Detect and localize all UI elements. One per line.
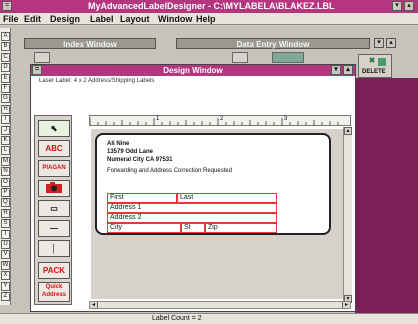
select-tool-icon[interactable]: ⬉ <box>38 120 70 137</box>
ruler-letter[interactable]: D <box>1 63 10 73</box>
field-last[interactable]: Last <box>177 193 277 203</box>
ruler-tick-label: 1 <box>156 116 160 122</box>
ruler-letter[interactable]: W <box>1 260 10 270</box>
ruler-tick-label: 3 <box>284 116 288 122</box>
ruler-letter[interactable]: X <box>1 271 10 281</box>
ruler-letter[interactable]: G <box>1 94 10 104</box>
ruler-letter[interactable]: U <box>1 240 10 249</box>
horizontal-scrollbar[interactable]: ◂ ▸ <box>89 301 351 309</box>
ruler-letter[interactable]: B <box>1 42 10 52</box>
ruler-letter[interactable]: C <box>1 52 10 62</box>
endorsement-text: Forwarding and Address Correction Reques… <box>107 168 233 174</box>
ruler-letter[interactable]: I <box>1 115 10 125</box>
return-address-line: Numeral City CA 97531 <box>107 157 173 163</box>
quick-address-tool[interactable]: Quick Address <box>38 282 70 302</box>
data-entry-minimize-icon[interactable]: ▾ <box>374 38 384 48</box>
line-tool-icon[interactable]: — <box>38 220 70 237</box>
field-address1[interactable]: Address 1 <box>107 203 277 213</box>
menu-label[interactable]: Label <box>90 14 114 24</box>
ruler-letter[interactable]: P <box>1 188 10 197</box>
design-window: = Design Window ▾ ▴ Laser Label: 4 x 2 A… <box>30 64 356 312</box>
text-tool-abc[interactable]: ABC <box>38 140 70 157</box>
ruler-letter[interactable]: O <box>1 177 10 187</box>
menu-layout[interactable]: Layout <box>120 14 150 24</box>
ruler-letter[interactable]: Q <box>1 198 10 208</box>
ruler-letter[interactable]: L <box>1 146 10 156</box>
design-maximize-icon[interactable]: ▴ <box>343 65 353 75</box>
return-address-line: 13579 Odd Lane <box>107 149 154 155</box>
field-address2[interactable]: Address 2 <box>107 213 277 223</box>
label-preview[interactable]: Ali Nine 13579 Odd Lane Numeral City CA … <box>95 133 331 235</box>
field-city[interactable]: City <box>107 223 181 233</box>
ruler-letter[interactable]: V <box>1 250 10 260</box>
menu-bar: File Edit Design Label Layout Window Hel… <box>0 13 418 25</box>
field-first[interactable]: First <box>107 193 177 203</box>
design-window-title: Design Window <box>163 66 223 75</box>
ruler-letter[interactable]: H <box>1 104 10 114</box>
index-window-title: Index Window <box>63 40 117 49</box>
system-menu-icon[interactable]: = <box>2 1 12 11</box>
toolbar-open-icon[interactable] <box>34 52 50 63</box>
top-ruler: 1 2 3 <box>89 115 351 126</box>
ruler-letter[interactable]: S <box>1 219 10 229</box>
field-zip[interactable]: Zip <box>205 223 277 233</box>
ruler-letter[interactable]: E <box>1 73 10 83</box>
data-entry-window-title: Data Entry Window <box>236 40 310 49</box>
pack-tool[interactable]: PACK <box>38 262 70 279</box>
delete-icon <box>369 57 386 66</box>
app-titlebar: = MyAdvancedLabelDesigner - C:\MYLABELA\… <box>0 0 418 13</box>
camera-icon[interactable] <box>38 180 70 197</box>
app-title: MyAdvancedLabelDesigner - C:\MYLABELA\BL… <box>88 1 335 11</box>
design-minimize-icon[interactable]: ▾ <box>331 65 341 75</box>
ruler-tick-label: 2 <box>220 116 224 122</box>
delete-button[interactable]: DELETE <box>358 54 392 78</box>
label-format-text: Laser Label: 4 x 2 Address/Shipping Labe… <box>39 78 155 84</box>
label-count: Label Count = 2 <box>152 315 202 322</box>
field-st[interactable]: St <box>181 223 205 233</box>
maximize-icon[interactable]: ▴ <box>404 1 414 11</box>
ruler-letter[interactable]: Y <box>1 281 10 291</box>
ruler-letter[interactable]: A <box>1 32 10 41</box>
ruler-letter[interactable]: R <box>1 208 10 218</box>
ruler-letter[interactable]: Z <box>1 292 10 301</box>
menu-file[interactable]: File <box>3 14 19 24</box>
rectangle-tool-icon[interactable]: ▭ <box>38 200 70 217</box>
data-entry-window-titlebar[interactable]: Data Entry Window <box>176 38 370 49</box>
menu-window[interactable]: Window <box>158 14 192 24</box>
toolbox: ⬉ ABC PIAGAN ▭ — │ PACK Quick Address <box>34 115 72 305</box>
workspace-background <box>355 78 418 313</box>
ruler-letter[interactable]: M <box>1 156 10 166</box>
minimize-icon[interactable]: ▾ <box>392 1 402 11</box>
menu-help[interactable]: Help <box>196 14 216 24</box>
design-system-menu-icon[interactable]: = <box>32 65 42 75</box>
vertical-scrollbar[interactable]: ▴ ▾ <box>343 127 352 303</box>
scroll-left-icon[interactable]: ◂ <box>90 302 98 308</box>
index-window-titlebar[interactable]: Index Window <box>24 38 156 49</box>
scroll-up-icon[interactable]: ▴ <box>344 127 352 135</box>
return-address-line: Ali Nine <box>107 141 130 147</box>
ruler-letter[interactable]: K <box>1 136 10 145</box>
graphic-text-tool[interactable]: PIAGAN <box>38 160 70 177</box>
menu-design[interactable]: Design <box>50 14 80 24</box>
scroll-right-icon[interactable]: ▸ <box>342 302 350 308</box>
toolbar-save-icon[interactable] <box>272 52 304 63</box>
ruler-letter[interactable]: F <box>1 84 10 93</box>
menu-edit[interactable]: Edit <box>24 14 41 24</box>
left-ruler: ABCDEFGHIJKLMNOPQRSTUVWXYZ <box>0 28 11 305</box>
data-entry-maximize-icon[interactable]: ▴ <box>386 38 396 48</box>
design-window-titlebar[interactable]: = Design Window ▾ ▴ <box>31 65 355 76</box>
status-bar: Label Count = 2 <box>0 313 418 324</box>
ruler-letter[interactable]: J <box>1 125 10 135</box>
vertical-line-tool-icon[interactable]: │ <box>38 240 70 257</box>
ruler-letter[interactable]: N <box>1 167 10 177</box>
ruler-letter[interactable]: T <box>1 229 10 239</box>
toolbar-new-icon[interactable] <box>232 52 248 63</box>
delete-label: DELETE <box>362 69 386 75</box>
